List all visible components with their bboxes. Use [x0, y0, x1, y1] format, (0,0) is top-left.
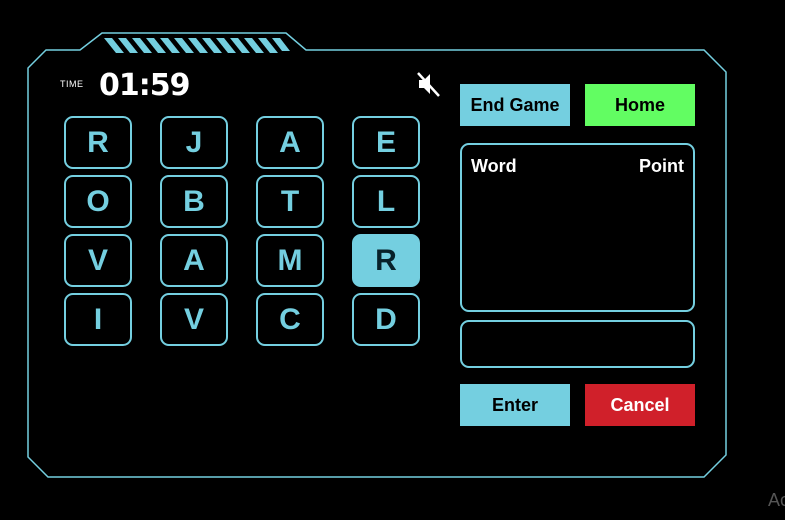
letter-tile[interactable]: A: [256, 116, 324, 169]
letter-tile[interactable]: J: [160, 116, 228, 169]
cancel-button[interactable]: Cancel: [585, 384, 695, 426]
letter-tile[interactable]: L: [352, 175, 420, 228]
point-column-header: Point: [639, 156, 684, 176]
time-label: TIME: [60, 79, 84, 89]
letter-tile[interactable]: V: [160, 293, 228, 346]
timer-value: 01:59: [99, 68, 190, 103]
letter-tile[interactable]: V: [64, 234, 132, 287]
letter-tile[interactable]: T: [256, 175, 324, 228]
enter-button[interactable]: Enter: [460, 384, 570, 426]
letter-tile[interactable]: D: [352, 293, 420, 346]
letter-tile[interactable]: O: [64, 175, 132, 228]
letter-tile[interactable]: M: [256, 234, 324, 287]
word-input[interactable]: [460, 320, 695, 368]
home-button[interactable]: Home: [585, 84, 695, 126]
letter-tile[interactable]: R: [64, 116, 132, 169]
letter-tile[interactable]: R: [352, 234, 420, 287]
word-column-header: Word: [471, 156, 517, 176]
end-game-button[interactable]: End Game: [460, 84, 570, 126]
letter-tile[interactable]: E: [352, 116, 420, 169]
letter-tile[interactable]: B: [160, 175, 228, 228]
letter-tile[interactable]: C: [256, 293, 324, 346]
frame-stripes: [104, 38, 290, 53]
speaker-muted-icon[interactable]: [414, 70, 442, 98]
letter-tile[interactable]: I: [64, 293, 132, 346]
corner-text: Ac: [768, 490, 785, 510]
score-panel: Word Point: [460, 143, 695, 312]
letter-tile[interactable]: A: [160, 234, 228, 287]
